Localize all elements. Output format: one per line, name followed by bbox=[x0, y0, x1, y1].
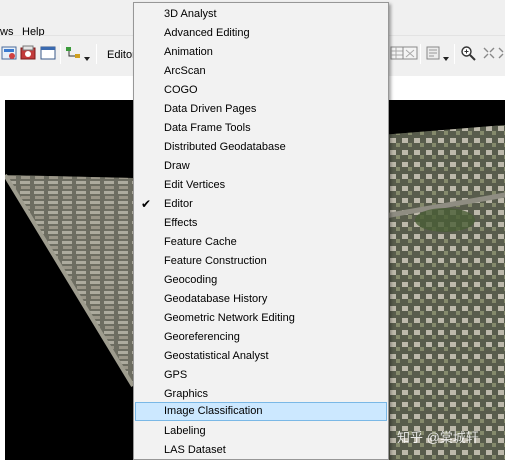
python-window-icon[interactable] bbox=[40, 45, 56, 61]
menu-item-draw[interactable]: Draw bbox=[135, 157, 387, 176]
menu-item-edit-vertices[interactable]: Edit Vertices bbox=[135, 176, 387, 195]
menu-item-3d-analyst[interactable]: 3D Analyst bbox=[135, 5, 387, 24]
menu-item-label: Labeling bbox=[164, 425, 206, 437]
arctoolbox-icon[interactable] bbox=[20, 45, 36, 61]
menu-item-image-classification[interactable]: Image Classification bbox=[135, 402, 387, 421]
toolbar-separator bbox=[454, 44, 455, 64]
menu-item-feature-construction[interactable]: Feature Construction bbox=[135, 252, 387, 271]
chevron-down-icon[interactable] bbox=[84, 56, 90, 62]
menu-item-arcscan[interactable]: ArcScan bbox=[135, 62, 387, 81]
fixed-zoom-in-icon[interactable] bbox=[481, 45, 497, 61]
menu-item-label: Georeferencing bbox=[164, 331, 240, 343]
menu-item-label: Geometric Network Editing bbox=[164, 312, 295, 324]
menu-item-geometric-network-editing[interactable]: Geometric Network Editing bbox=[135, 309, 387, 328]
menu-item-effects[interactable]: Effects bbox=[135, 214, 387, 233]
menu-item-label: Image Classification bbox=[164, 405, 263, 417]
menu-item-geostatistical-analyst[interactable]: Geostatistical Analyst bbox=[135, 347, 387, 366]
layout-icon[interactable] bbox=[1, 45, 17, 61]
menu-item-label: Editor bbox=[164, 198, 193, 210]
menu-item-label: Animation bbox=[164, 46, 213, 58]
menu-item-gps[interactable]: GPS bbox=[135, 366, 387, 385]
menu-item-label: Edit Vertices bbox=[164, 179, 226, 191]
menu-item-label: LAS Dataset bbox=[164, 444, 226, 456]
toolbars-dropdown-menu: 3D Analyst Advanced Editing Animation Ar… bbox=[133, 2, 389, 460]
menu-item-feature-cache[interactable]: Feature Cache bbox=[135, 233, 387, 252]
menu-item-advanced-editing[interactable]: Advanced Editing bbox=[135, 24, 387, 43]
menu-item-label: Feature Cache bbox=[164, 236, 237, 248]
checkmark-icon: ✔ bbox=[141, 197, 152, 211]
fixed-zoom-out-icon[interactable] bbox=[498, 45, 505, 61]
menu-item-cogo[interactable]: COGO bbox=[135, 81, 387, 100]
menu-item-label: Feature Construction bbox=[164, 255, 267, 267]
menu-item-label: Graphics bbox=[164, 388, 209, 400]
menu-item-geodatabase-history[interactable]: Geodatabase History bbox=[135, 290, 387, 309]
menu-item-label: Draw bbox=[164, 160, 190, 172]
model-builder-icon[interactable] bbox=[65, 45, 81, 61]
menu-item-geocoding[interactable]: Geocoding bbox=[135, 271, 387, 290]
menu-item-label: Data Driven Pages bbox=[164, 103, 257, 115]
menu-item-label: GPS bbox=[164, 369, 188, 381]
toolbar-separator bbox=[96, 44, 97, 64]
sketch-properties-icon[interactable] bbox=[425, 45, 441, 61]
menu-item-label: ArcScan bbox=[164, 65, 206, 77]
menu-item-editor[interactable]: ✔ Editor bbox=[135, 195, 387, 214]
menu-item-label: Advanced Editing bbox=[164, 27, 250, 39]
menu-item-animation[interactable]: Animation bbox=[135, 43, 387, 62]
menu-item-data-frame-tools[interactable]: Data Frame Tools bbox=[135, 119, 387, 138]
menu-item-label: Geodatabase History bbox=[164, 293, 268, 305]
watermark-text: 知乎 @棠城轩 bbox=[397, 430, 479, 445]
editor-menu-button[interactable]: Editor bbox=[107, 49, 136, 61]
menu-item-label: Geocoding bbox=[164, 274, 218, 286]
menu-item-label: Effects bbox=[164, 217, 198, 229]
toolbar-separator bbox=[420, 44, 421, 64]
attributes-icon[interactable] bbox=[402, 45, 418, 61]
menu-item-label: Distributed Geodatabase bbox=[164, 141, 286, 153]
menu-item-label: 3D Analyst bbox=[164, 8, 217, 20]
menu-item-distributed-geodatabase[interactable]: Distributed Geodatabase bbox=[135, 138, 387, 157]
menu-item-data-driven-pages[interactable]: Data Driven Pages bbox=[135, 100, 387, 119]
toolbar-separator bbox=[60, 44, 61, 64]
menu-item-georeferencing[interactable]: Georeferencing bbox=[135, 328, 387, 347]
menu-item-label: Geostatistical Analyst bbox=[164, 350, 269, 362]
chevron-down-icon[interactable] bbox=[443, 56, 449, 62]
menu-item-label: Data Frame Tools bbox=[164, 122, 251, 134]
menu-item-label: COGO bbox=[164, 84, 198, 96]
menu-item-las-dataset[interactable]: LAS Dataset bbox=[135, 441, 387, 460]
zoom-in-icon[interactable] bbox=[460, 45, 476, 61]
menu-item-labeling[interactable]: Labeling bbox=[135, 422, 387, 441]
